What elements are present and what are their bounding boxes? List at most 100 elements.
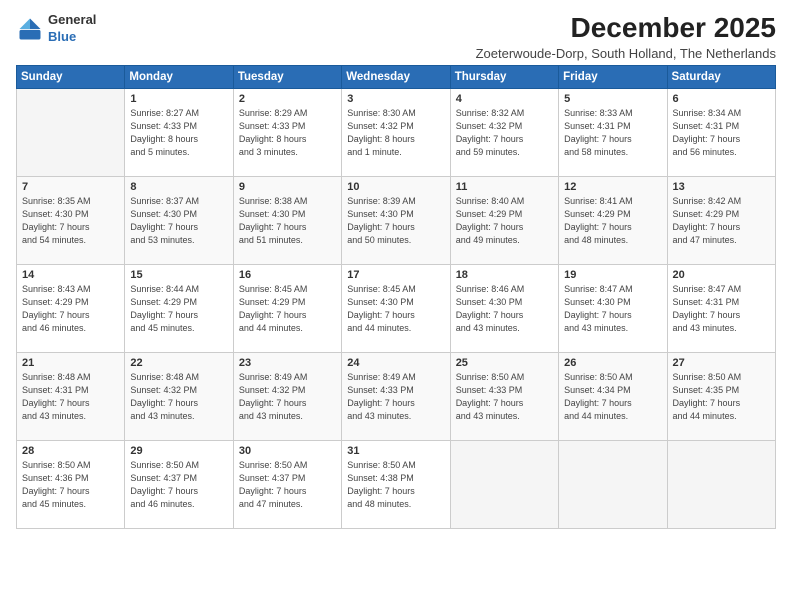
day-number: 21 bbox=[22, 357, 119, 369]
day-number: 28 bbox=[22, 445, 119, 457]
day-number: 5 bbox=[564, 93, 661, 105]
calendar-cell: 31Sunrise: 8:50 AM Sunset: 4:38 PM Dayli… bbox=[342, 441, 450, 529]
day-number: 13 bbox=[673, 181, 770, 193]
calendar-cell: 18Sunrise: 8:46 AM Sunset: 4:30 PM Dayli… bbox=[450, 265, 558, 353]
logo: General Blue bbox=[16, 12, 96, 46]
header: General Blue December 2025 Zoeterwoude-D… bbox=[16, 12, 776, 61]
day-number: 23 bbox=[239, 357, 336, 369]
day-number: 12 bbox=[564, 181, 661, 193]
day-number: 11 bbox=[456, 181, 553, 193]
day-detail: Sunrise: 8:47 AM Sunset: 4:31 PM Dayligh… bbox=[673, 283, 770, 335]
logo-line2: Blue bbox=[48, 29, 76, 44]
calendar-cell: 25 Sunrise: 8:50 AM Sunset: 4:33 PM Dayli… bbox=[450, 353, 558, 441]
day-number: 22 bbox=[130, 357, 227, 369]
calendar-cell bbox=[450, 441, 558, 529]
calendar-week-row: 14 Sunrise: 8:43 AM Sunset: 4:29 PM Dayli… bbox=[17, 265, 776, 353]
calendar-cell: 24 Sunrise: 8:49 AM Sunset: 4:33 PM Dayli… bbox=[342, 353, 450, 441]
day-number: 6 bbox=[673, 93, 770, 105]
calendar-cell: 10 Sunrise: 8:39 AM Sunset: 4:30 PM Dayli… bbox=[342, 177, 450, 265]
calendar-cell: 13 Sunrise: 8:42 AM Sunset: 4:29 PM Dayli… bbox=[667, 177, 775, 265]
day-header-sunday: Sunday bbox=[17, 66, 125, 89]
day-header-monday: Monday bbox=[125, 66, 233, 89]
day-number: 7 bbox=[22, 181, 119, 193]
subtitle: Zoeterwoude-Dorp, South Holland, The Net… bbox=[476, 46, 776, 61]
page: General Blue December 2025 Zoeterwoude-D… bbox=[0, 0, 792, 612]
calendar-cell: 3Sunrise: 8:30 AM Sunset: 4:32 PM Daylig… bbox=[342, 89, 450, 177]
calendar-cell: 12Sunrise: 8:41 AM Sunset: 4:29 PM Dayli… bbox=[559, 177, 667, 265]
day-number: 31 bbox=[347, 445, 444, 457]
calendar-cell: 7 Sunrise: 8:35 AM Sunset: 4:30 PM Daylig… bbox=[17, 177, 125, 265]
day-detail: Sunrise: 8:49 AM Sunset: 4:32 PM Dayligh… bbox=[239, 371, 336, 423]
day-detail: Sunrise: 8:48 AM Sunset: 4:31 PM Dayligh… bbox=[22, 371, 119, 423]
day-detail: Sunrise: 8:50 AM Sunset: 4:33 PM Dayligh… bbox=[456, 371, 553, 423]
calendar-week-row: 7 Sunrise: 8:35 AM Sunset: 4:30 PM Daylig… bbox=[17, 177, 776, 265]
calendar-cell: 14 Sunrise: 8:43 AM Sunset: 4:29 PM Dayli… bbox=[17, 265, 125, 353]
day-number: 10 bbox=[347, 181, 444, 193]
day-detail: Sunrise: 8:32 AM Sunset: 4:32 PM Dayligh… bbox=[456, 107, 553, 159]
day-header-friday: Friday bbox=[559, 66, 667, 89]
day-number: 2 bbox=[239, 93, 336, 105]
calendar-cell: 16 Sunrise: 8:45 AM Sunset: 4:29 PM Dayli… bbox=[233, 265, 341, 353]
day-number: 4 bbox=[456, 93, 553, 105]
day-detail: Sunrise: 8:50 AM Sunset: 4:37 PM Dayligh… bbox=[130, 459, 227, 511]
calendar-week-row: 28 Sunrise: 8:50 AM Sunset: 4:36 PM Dayli… bbox=[17, 441, 776, 529]
day-number: 24 bbox=[347, 357, 444, 369]
calendar-cell bbox=[17, 89, 125, 177]
day-detail: Sunrise: 8:39 AM Sunset: 4:30 PM Dayligh… bbox=[347, 195, 444, 247]
calendar-cell: 5Sunrise: 8:33 AM Sunset: 4:31 PM Daylig… bbox=[559, 89, 667, 177]
day-detail: Sunrise: 8:34 AM Sunset: 4:31 PM Dayligh… bbox=[673, 107, 770, 159]
calendar-cell: 9Sunrise: 8:38 AM Sunset: 4:30 PM Daylig… bbox=[233, 177, 341, 265]
day-number: 20 bbox=[673, 269, 770, 281]
main-title: December 2025 bbox=[476, 12, 776, 44]
day-number: 15 bbox=[130, 269, 227, 281]
day-number: 17 bbox=[347, 269, 444, 281]
logo-line1: General bbox=[48, 12, 96, 27]
day-detail: Sunrise: 8:40 AM Sunset: 4:29 PM Dayligh… bbox=[456, 195, 553, 247]
day-detail: Sunrise: 8:45 AM Sunset: 4:29 PM Dayligh… bbox=[239, 283, 336, 335]
calendar-cell: 8Sunrise: 8:37 AM Sunset: 4:30 PM Daylig… bbox=[125, 177, 233, 265]
day-detail: Sunrise: 8:37 AM Sunset: 4:30 PM Dayligh… bbox=[130, 195, 227, 247]
calendar-cell: 2 Sunrise: 8:29 AM Sunset: 4:33 PM Daylig… bbox=[233, 89, 341, 177]
day-number: 30 bbox=[239, 445, 336, 457]
day-detail: Sunrise: 8:43 AM Sunset: 4:29 PM Dayligh… bbox=[22, 283, 119, 335]
calendar-cell: 19Sunrise: 8:47 AM Sunset: 4:30 PM Dayli… bbox=[559, 265, 667, 353]
day-number: 25 bbox=[456, 357, 553, 369]
calendar-cell: 4 Sunrise: 8:32 AM Sunset: 4:32 PM Daylig… bbox=[450, 89, 558, 177]
day-detail: Sunrise: 8:35 AM Sunset: 4:30 PM Dayligh… bbox=[22, 195, 119, 247]
day-detail: Sunrise: 8:38 AM Sunset: 4:30 PM Dayligh… bbox=[239, 195, 336, 247]
day-header-wednesday: Wednesday bbox=[342, 66, 450, 89]
day-header-saturday: Saturday bbox=[667, 66, 775, 89]
calendar-cell: 27 Sunrise: 8:50 AM Sunset: 4:35 PM Dayli… bbox=[667, 353, 775, 441]
calendar-cell bbox=[559, 441, 667, 529]
calendar-cell: 21 Sunrise: 8:48 AM Sunset: 4:31 PM Dayli… bbox=[17, 353, 125, 441]
calendar-cell: 15Sunrise: 8:44 AM Sunset: 4:29 PM Dayli… bbox=[125, 265, 233, 353]
day-number: 19 bbox=[564, 269, 661, 281]
calendar-week-row: 21 Sunrise: 8:48 AM Sunset: 4:31 PM Dayli… bbox=[17, 353, 776, 441]
day-detail: Sunrise: 8:49 AM Sunset: 4:33 PM Dayligh… bbox=[347, 371, 444, 423]
calendar-cell: 22Sunrise: 8:48 AM Sunset: 4:32 PM Dayli… bbox=[125, 353, 233, 441]
day-detail: Sunrise: 8:30 AM Sunset: 4:32 PM Dayligh… bbox=[347, 107, 444, 159]
calendar-cell: 6 Sunrise: 8:34 AM Sunset: 4:31 PM Daylig… bbox=[667, 89, 775, 177]
day-header-thursday: Thursday bbox=[450, 66, 558, 89]
calendar-cell: 23 Sunrise: 8:49 AM Sunset: 4:32 PM Dayli… bbox=[233, 353, 341, 441]
calendar-cell: 11 Sunrise: 8:40 AM Sunset: 4:29 PM Dayli… bbox=[450, 177, 558, 265]
day-number: 16 bbox=[239, 269, 336, 281]
day-number: 27 bbox=[673, 357, 770, 369]
day-detail: Sunrise: 8:50 AM Sunset: 4:36 PM Dayligh… bbox=[22, 459, 119, 511]
day-detail: Sunrise: 8:42 AM Sunset: 4:29 PM Dayligh… bbox=[673, 195, 770, 247]
day-number: 26 bbox=[564, 357, 661, 369]
calendar-cell: 30Sunrise: 8:50 AM Sunset: 4:37 PM Dayli… bbox=[233, 441, 341, 529]
calendar-cell bbox=[667, 441, 775, 529]
day-detail: Sunrise: 8:45 AM Sunset: 4:30 PM Dayligh… bbox=[347, 283, 444, 335]
day-header-tuesday: Tuesday bbox=[233, 66, 341, 89]
day-detail: Sunrise: 8:50 AM Sunset: 4:34 PM Dayligh… bbox=[564, 371, 661, 423]
day-detail: Sunrise: 8:29 AM Sunset: 4:33 PM Dayligh… bbox=[239, 107, 336, 159]
day-number: 14 bbox=[22, 269, 119, 281]
logo-icon bbox=[16, 15, 44, 43]
day-number: 29 bbox=[130, 445, 227, 457]
day-detail: Sunrise: 8:46 AM Sunset: 4:30 PM Dayligh… bbox=[456, 283, 553, 335]
calendar-cell: 17 Sunrise: 8:45 AM Sunset: 4:30 PM Dayli… bbox=[342, 265, 450, 353]
calendar-cell: 26 Sunrise: 8:50 AM Sunset: 4:34 PM Dayli… bbox=[559, 353, 667, 441]
day-detail: Sunrise: 8:50 AM Sunset: 4:35 PM Dayligh… bbox=[673, 371, 770, 423]
logo-text: General Blue bbox=[48, 12, 96, 46]
